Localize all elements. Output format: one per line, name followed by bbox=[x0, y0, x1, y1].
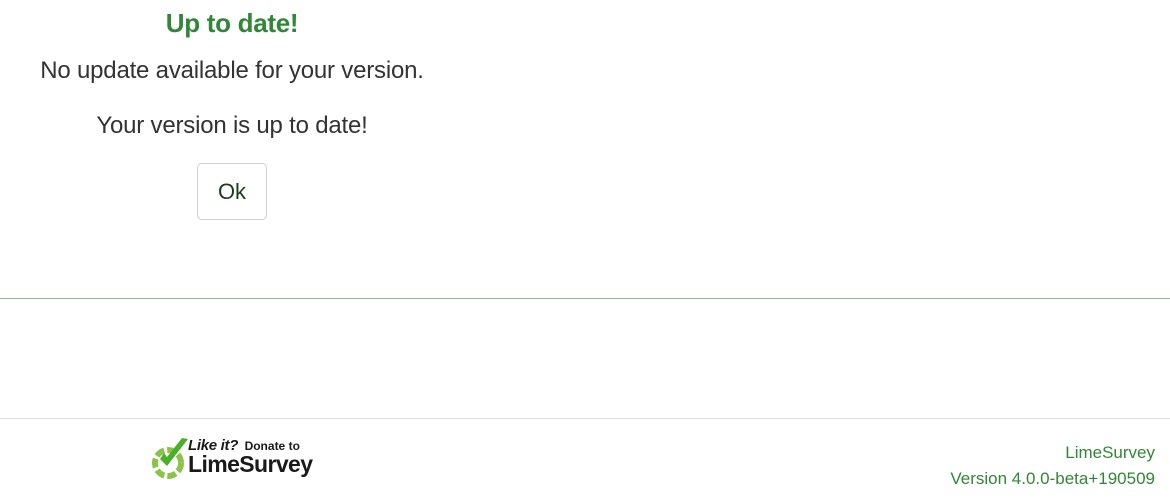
donate-link[interactable]: Like it? Donate to LimeSurvey bbox=[150, 434, 315, 482]
page: Up to date! No update available for your… bbox=[0, 0, 1170, 503]
version-text: Version 4.0.0-beta+190509 bbox=[950, 469, 1155, 488]
limesurvey-link[interactable]: LimeSurvey bbox=[950, 440, 1155, 466]
page-title: Up to date! bbox=[165, 8, 299, 38]
limesurvey-logo-icon bbox=[152, 438, 188, 479]
footer-info: LimeSurvey Version 4.0.0-beta+190509 bbox=[950, 440, 1155, 492]
footer-divider bbox=[0, 418, 1170, 419]
up-to-date-message: Your version is up to date! bbox=[96, 112, 368, 139]
ok-button[interactable]: Ok bbox=[197, 163, 267, 220]
donate-brand-text: LimeSurvey bbox=[188, 451, 313, 477]
no-update-message: No update available for your version. bbox=[40, 57, 424, 84]
divider bbox=[0, 298, 1170, 299]
